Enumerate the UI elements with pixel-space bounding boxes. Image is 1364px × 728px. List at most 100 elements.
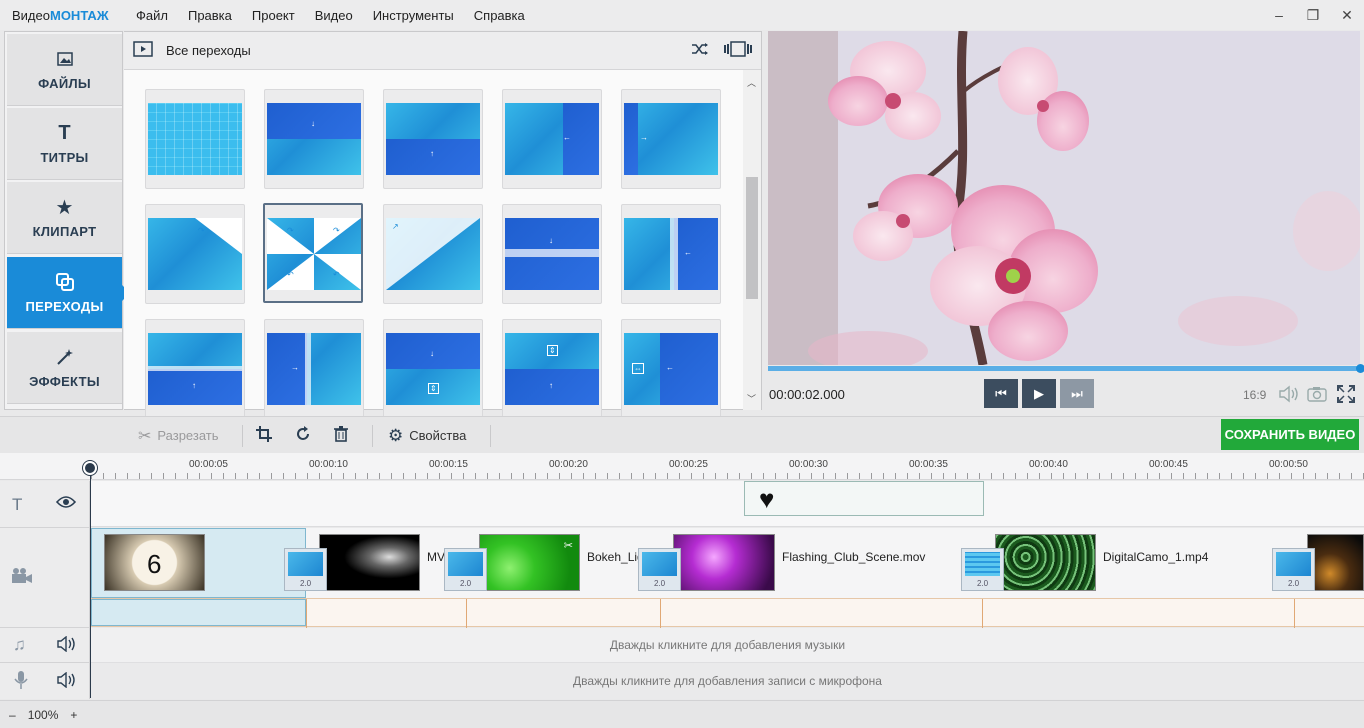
tab-clipart-label: КЛИПАРТ (32, 224, 97, 239)
tab-transitions-label: ПЕРЕХОДЫ (25, 299, 104, 314)
left-nav-panel: ФАЙЛЫ T ТИТРЫ ★ КЛИПАРТ ПЕРЕХОДЫ ЭФФЕКТЫ (4, 31, 130, 410)
transition-marker[interactable]: 2.0 (961, 548, 1004, 591)
play-button[interactable]: ▶ (1022, 379, 1056, 408)
magic-wand-icon (56, 346, 74, 368)
transition-split-down[interactable]: ↓ ⇕ (383, 319, 483, 419)
shuffle-icon[interactable] (691, 42, 709, 59)
zoom-in-button[interactable]: + (70, 708, 77, 722)
transition-grid[interactable] (145, 89, 245, 189)
title-track[interactable]: ♥ (91, 481, 1364, 527)
playhead-line (90, 462, 91, 698)
preview-progress-bar[interactable] (768, 364, 1364, 373)
transition-bar-right[interactable]: → (264, 319, 364, 419)
microphone-track[interactable]: Дважды кликните для добавления записи с … (91, 663, 1364, 699)
menu-help[interactable]: Справка (464, 8, 535, 23)
selected-clip-effects (91, 599, 306, 626)
tab-titles[interactable]: T ТИТРЫ (7, 108, 122, 180)
properties-button[interactable]: ⚙ Свойства (388, 417, 466, 454)
tab-transitions[interactable]: ПЕРЕХОДЫ (7, 257, 130, 329)
clip-label: MV (427, 550, 445, 564)
star-icon: ★ (55, 196, 74, 219)
save-video-button[interactable]: СОХРАНИТЬ ВИДЕО (1221, 419, 1359, 450)
tab-effects[interactable]: ЭФФЕКТЫ (7, 332, 122, 404)
transition-marker[interactable]: 2.0 (284, 548, 327, 591)
playhead-handle[interactable] (83, 461, 97, 475)
transition-slide-left[interactable]: ← (502, 89, 602, 189)
clip-thumb-club[interactable] (673, 534, 775, 591)
clip-thumb-mv[interactable] (319, 534, 420, 591)
ruler-tick: 00:00:35 (909, 459, 948, 470)
transition-slide-down[interactable]: ↓ (264, 89, 364, 189)
clip-effects-track[interactable] (91, 598, 1364, 628)
video-preview[interactable] (768, 31, 1360, 365)
transition-split-left[interactable]: ⇔ ← (621, 319, 721, 419)
menu-edit[interactable]: Правка (178, 8, 242, 23)
ruler-tick: 00:00:20 (549, 459, 588, 470)
delete-button[interactable] (334, 417, 348, 454)
clip-thumb-camo[interactable] (995, 534, 1096, 591)
transition-split-up[interactable]: ⇕ ↑ (502, 319, 602, 419)
cut-button[interactable]: ✂ Разрезать (138, 417, 219, 454)
video-track[interactable]: 6 MV ✂ Bokeh_Lig Flashing_Club_Scene.mov… (91, 528, 1364, 598)
scroll-down-icon[interactable]: ﹀ (747, 392, 756, 405)
fullscreen-icon[interactable] (1336, 384, 1356, 407)
clip-divider (306, 599, 307, 628)
menu-tools[interactable]: Инструменты (363, 8, 464, 23)
transition-marker[interactable]: 2.0 (638, 548, 681, 591)
clip-thumb-night[interactable] (1307, 534, 1364, 591)
transition-bar-up[interactable]: ↑ (145, 319, 245, 419)
transitions-header: Все переходы (124, 32, 761, 70)
maximize-button[interactable]: ❐ (1296, 0, 1330, 30)
transition-marker[interactable]: 2.0 (444, 548, 487, 591)
mic-volume-icon[interactable] (56, 671, 76, 691)
close-button[interactable]: ✕ (1330, 0, 1364, 30)
clip-thumb-bokeh[interactable]: ✂ (479, 534, 580, 591)
skip-forward-icon: ⏭ (1071, 385, 1083, 401)
scrollbar-thumb[interactable] (746, 177, 758, 299)
transition-slide-right[interactable]: → (621, 89, 721, 189)
clipart-clip[interactable]: ♥ (744, 481, 984, 516)
transition-page-curl[interactable]: ↷ (145, 204, 245, 304)
ruler-tick: 00:00:15 (429, 459, 468, 470)
volume-icon[interactable] (1278, 385, 1300, 406)
transition-duration: 2.0 (299, 579, 312, 588)
menu-project[interactable]: Проект (242, 8, 305, 23)
rotate-button[interactable] (295, 417, 311, 454)
gear-icon: ⚙ (388, 425, 404, 445)
music-volume-icon[interactable] (56, 635, 76, 655)
ruler-tick: 00:00:40 (1029, 459, 1068, 470)
timeline-ruler[interactable]: 00:00:05 00:00:10 00:00:15 00:00:20 00:0… (0, 453, 1364, 480)
apply-all-icon[interactable] (723, 41, 753, 60)
skip-back-icon: ⏮ (995, 385, 1007, 401)
progress-knob[interactable] (1356, 364, 1364, 373)
menu-video[interactable]: Видео (305, 8, 363, 23)
transitions-scrollbar[interactable]: ︿ ﹀ (743, 70, 761, 410)
aspect-ratio[interactable]: 16:9 (1243, 388, 1266, 402)
toolbar-separator (490, 425, 491, 447)
zoom-out-button[interactable]: – (9, 708, 16, 722)
music-track[interactable]: Дважды кликните для добавления музыки (91, 628, 1364, 663)
zoom-level: 100% (27, 707, 59, 722)
next-frame-button[interactable]: ⏭ (1060, 379, 1094, 408)
transition-bar-vertical[interactable]: ← (621, 204, 721, 304)
transition-duration: 2.0 (1287, 579, 1300, 588)
previous-frame-button[interactable]: ⏮ (984, 379, 1018, 408)
tab-files[interactable]: ФАЙЛЫ (7, 34, 122, 106)
transition-bar-horizontal[interactable]: ↓ (502, 204, 602, 304)
transition-pinwheel[interactable]: ↷ ↷ ↶ ↶ (263, 203, 363, 303)
eye-icon[interactable] (55, 495, 77, 512)
transitions-icon (55, 271, 75, 293)
minimize-button[interactable]: – (1262, 0, 1296, 30)
clip-countdown[interactable]: 6 (104, 534, 205, 591)
crop-button[interactable] (256, 417, 272, 454)
menu-file[interactable]: Файл (126, 8, 178, 23)
snapshot-icon[interactable] (1306, 385, 1328, 406)
transition-marker[interactable]: 2.0 (1272, 548, 1315, 591)
transition-preview-icon[interactable] (133, 41, 153, 60)
scroll-up-icon[interactable]: ︿ (747, 76, 756, 89)
transition-slide-up[interactable]: ↑ (383, 89, 483, 189)
clip-label: DigitalCamo_1.mp4 (1103, 550, 1209, 564)
cut-label: Разрезать (157, 428, 219, 443)
transition-diagonal-wipe[interactable]: ↗ (383, 204, 483, 304)
tab-clipart[interactable]: ★ КЛИПАРТ (7, 182, 122, 254)
